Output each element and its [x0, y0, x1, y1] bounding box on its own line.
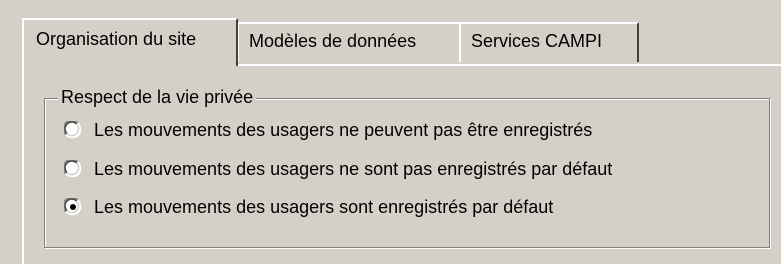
radio-unchecked-icon: [64, 121, 82, 139]
radio-label: Les mouvements des usagers ne peuvent pa…: [94, 120, 593, 140]
radio-checked-icon: [64, 198, 82, 216]
radio-option-not-recordable[interactable]: Les mouvements des usagers ne peuvent pa…: [64, 115, 592, 145]
radio-option-not-recorded-default[interactable]: Les mouvements des usagers ne sont pas e…: [64, 154, 612, 184]
radio-label: Les mouvements des usagers sont enregist…: [94, 197, 554, 217]
tab-strip: Modèles de données Services CAMPI Organi…: [0, 0, 781, 66]
privacy-group-title: Respect de la vie privée: [58, 86, 257, 108]
tab-label: Organisation du site: [36, 29, 197, 49]
radio-label: Les mouvements des usagers ne sont pas e…: [94, 159, 613, 179]
radio-option-recorded-default[interactable]: Les mouvements des usagers sont enregist…: [64, 192, 553, 222]
radio-button[interactable]: [64, 160, 82, 178]
radio-unchecked-icon: [64, 160, 82, 178]
tab-label: Modèles de données: [249, 31, 417, 51]
radio-button[interactable]: [64, 121, 82, 139]
tab-label: Services CAMPI: [471, 31, 603, 51]
tab-organisation-du-site[interactable]: Organisation du site: [22, 18, 238, 66]
tab-modeles-de-donnees[interactable]: Modèles de données: [237, 22, 461, 62]
radio-button[interactable]: [64, 198, 82, 216]
tab-services-campi[interactable]: Services CAMPI: [459, 22, 639, 62]
